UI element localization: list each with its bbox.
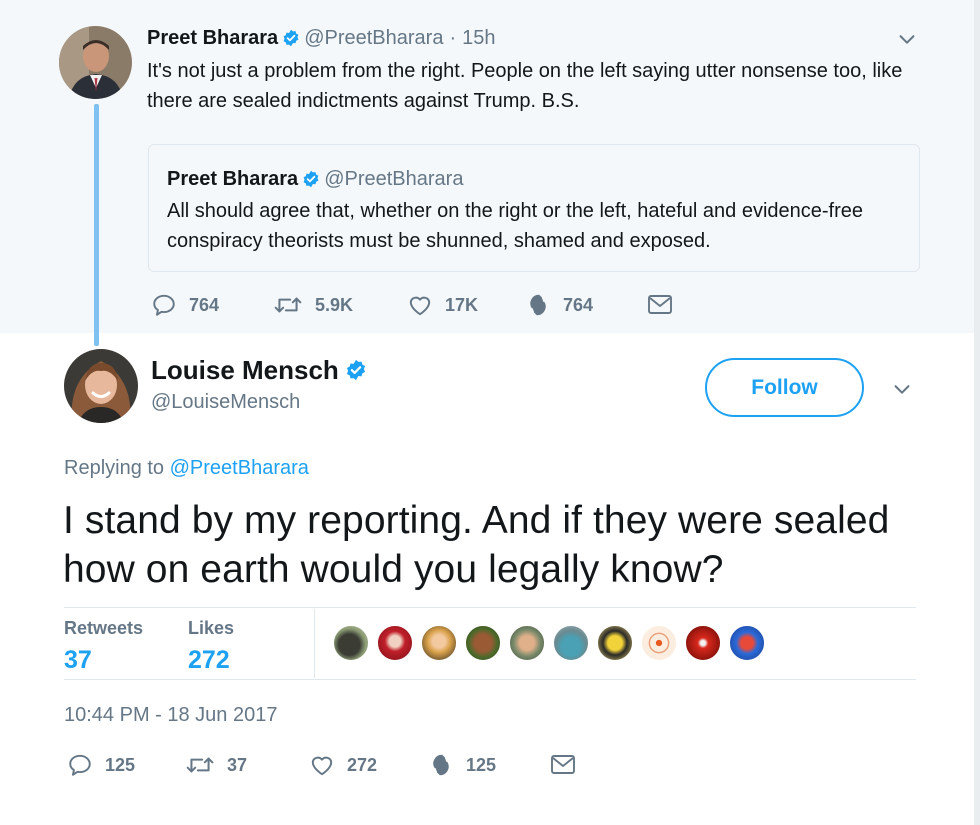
message-button[interactable]: [550, 753, 576, 777]
thread-connector-line: [94, 104, 99, 346]
main-tweet-actions: 125 37 272 125: [67, 752, 576, 778]
retweet-count: 37: [227, 754, 248, 775]
message-icon: [647, 293, 673, 317]
window-edge: [974, 0, 980, 825]
verified-icon: [302, 170, 320, 194]
reply-button[interactable]: 125: [67, 752, 185, 778]
stats-vertical-divider: [314, 609, 315, 678]
reply-count: 764: [189, 294, 220, 315]
main-author-handle[interactable]: @LouiseMensch: [151, 390, 300, 414]
verified-icon: [282, 29, 300, 53]
liker-avatar[interactable]: [553, 625, 589, 661]
parent-tweet-actions: 764 5.9K 17K 764: [151, 292, 673, 318]
moments-icon: [525, 292, 551, 318]
retweet-button[interactable]: 37: [185, 752, 309, 778]
liker-avatar[interactable]: [421, 625, 457, 661]
like-icon: [407, 292, 433, 318]
moments-icon: [428, 752, 454, 778]
retweet-icon: [185, 752, 215, 778]
quoted-author-name: Preet Bharara: [167, 168, 299, 190]
parent-tweet[interactable]: Preet Bharara @PreetBharara · 15h It's not …: [0, 0, 980, 333]
quoted-tweet-header: Preet Bharara @PreetBharara: [167, 167, 463, 194]
reply-count: 125: [105, 754, 136, 775]
like-count: 272: [347, 754, 378, 775]
quoted-author-handle: @PreetBharara: [324, 168, 464, 190]
main-tweet-text: I stand by my reporting. And if they wer…: [63, 499, 890, 591]
verified-icon: [345, 356, 367, 388]
retweets-value: 37: [64, 646, 92, 674]
liker-avatar[interactable]: [641, 625, 677, 661]
liker-avatars: [333, 625, 773, 661]
parent-tweet-text: It's not just a problem from the right. …: [147, 60, 903, 112]
replying-to: Replying to @PreetBharara: [64, 456, 309, 480]
preet-avatar[interactable]: [59, 26, 132, 99]
tweet-timestamp[interactable]: 10:44 PM - 18 Jun 2017: [64, 703, 277, 727]
retweets-label: Retweets: [64, 618, 144, 638]
parent-author-handle[interactable]: @PreetBharara: [304, 27, 443, 49]
reply-button[interactable]: 764: [151, 292, 273, 318]
likes-stat[interactable]: Likes 272: [188, 617, 234, 675]
main-author-name-text: Louise Mensch: [151, 355, 339, 385]
liker-avatar[interactable]: [729, 625, 765, 661]
quoted-tweet[interactable]: Preet Bharara @PreetBharara All should ag…: [148, 144, 920, 272]
likes-label: Likes: [188, 618, 235, 638]
louise-avatar[interactable]: [64, 349, 138, 423]
moments-button[interactable]: 125: [428, 752, 550, 778]
retweet-count: 5.9K: [315, 294, 354, 315]
likes-value: 272: [188, 646, 230, 674]
moments-button[interactable]: 764: [525, 292, 647, 318]
reply-icon: [151, 292, 177, 318]
liker-avatar[interactable]: [597, 625, 633, 661]
liker-avatar[interactable]: [465, 625, 501, 661]
chevron-down-icon[interactable]: [891, 378, 913, 405]
quoted-tweet-text: All should agree that, whether on the ri…: [167, 200, 863, 252]
like-count: 17K: [445, 294, 479, 315]
chevron-down-icon[interactable]: [896, 28, 918, 55]
like-button[interactable]: 272: [309, 752, 428, 778]
parent-tweet-time[interactable]: 15h: [462, 27, 495, 49]
replying-handle-link[interactable]: @PreetBharara: [170, 457, 309, 479]
retweets-stat[interactable]: Retweets 37: [64, 617, 143, 675]
parent-author-name[interactable]: Preet Bharara: [147, 27, 278, 49]
liker-avatar[interactable]: [333, 625, 369, 661]
moments-count: 764: [563, 294, 594, 315]
stats-top-divider: [64, 607, 916, 608]
parent-tweet-header: Preet Bharara @PreetBharara · 15h: [147, 26, 496, 53]
like-button[interactable]: 17K: [407, 292, 525, 318]
reply-icon: [67, 752, 93, 778]
liker-avatar[interactable]: [685, 625, 721, 661]
liker-avatar[interactable]: [509, 625, 545, 661]
stats-bottom-divider: [64, 679, 916, 680]
header-separator: ·: [449, 27, 457, 49]
main-author-name[interactable]: Louise Mensch: [151, 354, 371, 388]
retweet-button[interactable]: 5.9K: [273, 292, 407, 318]
follow-button[interactable]: Follow: [705, 358, 864, 417]
replying-prefix: Replying to: [64, 457, 165, 479]
message-button[interactable]: [647, 293, 673, 317]
message-icon: [550, 753, 576, 777]
retweet-icon: [273, 292, 303, 318]
like-icon: [309, 752, 335, 778]
moments-count: 125: [466, 754, 497, 775]
liker-avatar[interactable]: [377, 625, 413, 661]
